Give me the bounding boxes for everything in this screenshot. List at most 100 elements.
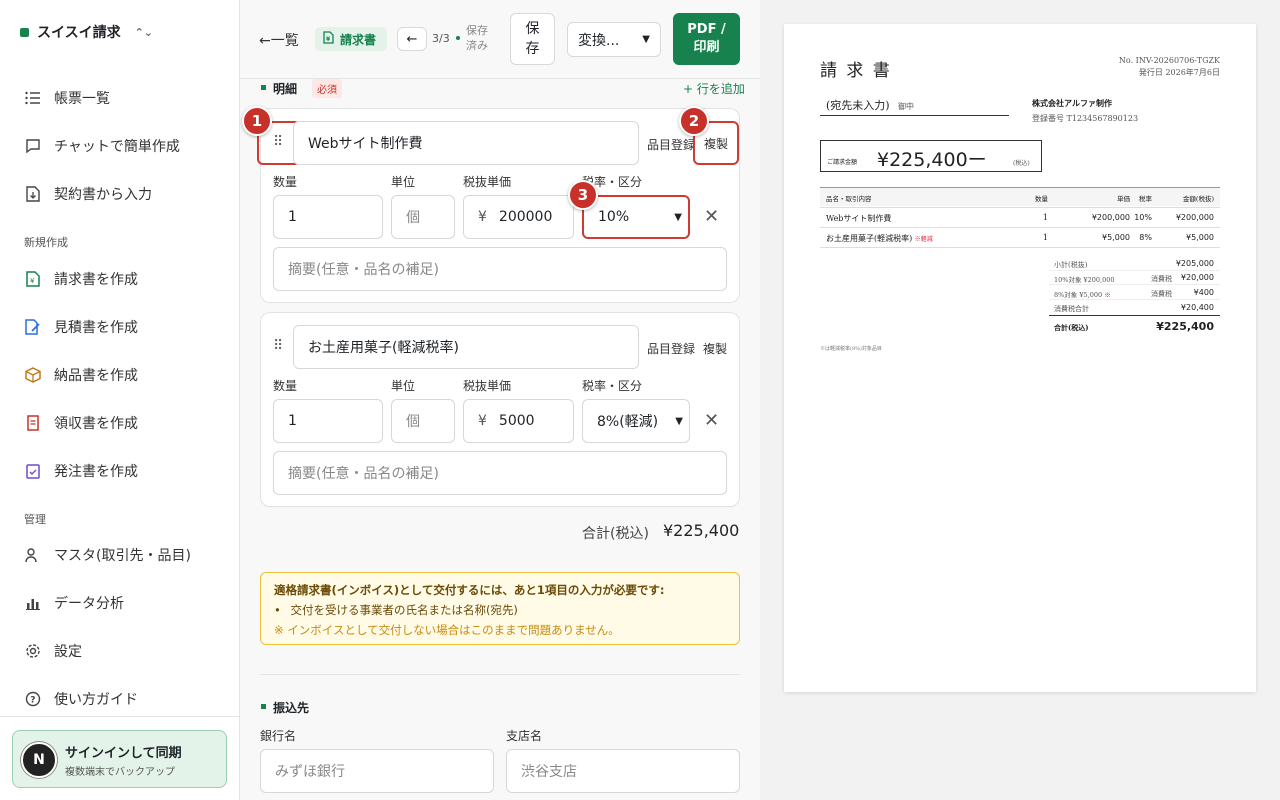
tax-label: 税率・区分 — [582, 379, 643, 393]
sidebar-item-create-invoice[interactable]: ¥ 請求書を作成 — [0, 259, 240, 299]
register-item-button[interactable]: 品目登録 — [647, 340, 695, 357]
section-marker-icon — [261, 85, 266, 90]
sidebar-item-label: 使い方ガイド — [54, 692, 138, 708]
row-rule — [820, 207, 1220, 208]
bank-section-title: 振込先 — [273, 701, 310, 715]
register-item-button[interactable]: 品目登録 — [647, 136, 695, 153]
summary-rule — [1049, 270, 1220, 271]
save-button[interactable]: 保存 — [510, 13, 555, 65]
signin-sync-button[interactable]: N サインインして同期 複数端末でバックアップ — [12, 730, 227, 788]
memo-input[interactable]: 摘要(任意・品名の補足) — [273, 451, 727, 495]
th-item: 品名・取引内容 — [826, 195, 872, 203]
preview-company: 株式会社アルファ制作 — [1032, 98, 1112, 108]
total-label: 合計(税込) — [582, 526, 649, 542]
th-rate: 税率 — [1139, 195, 1152, 203]
subtotal-value: ¥205,000 — [1175, 259, 1214, 268]
qty-input[interactable]: 1 — [273, 399, 383, 443]
drag-handle-icon[interactable]: ⠿ — [273, 338, 283, 354]
bank-name-label: 銀行名 — [260, 729, 297, 743]
svg-text:¥: ¥ — [30, 277, 35, 285]
sidebar-item-label: 帳票一覧 — [54, 91, 110, 107]
recipient-underline — [820, 115, 1009, 116]
divider — [260, 674, 740, 675]
sidebar-item-label: チャットで簡単作成 — [54, 139, 180, 155]
th-qty: 数量 — [1035, 195, 1048, 203]
qty-input[interactable]: 1 — [273, 195, 383, 239]
signin-title: サインインして同期 — [65, 746, 182, 761]
price-label: 税抜単価 — [463, 175, 512, 189]
bank-name-input[interactable]: みずほ銀行 — [260, 749, 494, 793]
total-value: ¥225,400 — [663, 521, 740, 540]
tax-rate-select[interactable]: 8%(軽減) ▼ — [582, 399, 690, 443]
add-row-button[interactable]: + 行を追加 — [683, 80, 745, 97]
sidebar-item-label: 納品書を作成 — [54, 368, 138, 384]
sidebar-item-create-delivery[interactable]: 納品書を作成 — [0, 355, 240, 395]
prev-document-button[interactable]: ← — [397, 27, 427, 51]
app-switcher[interactable]: スイスイ請求 ⌃⌄ — [20, 22, 153, 42]
branch-name-input[interactable]: 渋谷支店 — [506, 749, 740, 793]
price-label: 税抜単価 — [463, 379, 512, 393]
amount-tax-note: (税込) — [1013, 160, 1030, 167]
td-amount: ¥200,000 — [1175, 213, 1214, 222]
delete-row-icon[interactable]: ✕ — [704, 410, 719, 431]
sidebar-item-chat-create[interactable]: チャットで簡単作成 — [0, 126, 240, 166]
saved-dot-icon — [456, 36, 460, 40]
gear-icon — [24, 642, 42, 660]
delete-row-icon[interactable]: ✕ — [704, 206, 719, 227]
th-price: 単価 — [1117, 195, 1130, 203]
td-price: ¥200,000 — [1091, 213, 1130, 222]
tax-rate-select[interactable]: 10% ▼ — [582, 195, 690, 239]
grand-total-label: 合計(税込) — [1054, 323, 1089, 332]
invoice-notice: 適格請求書(インボイス)として交付するには、あと1項目の入力が必要です: • 交… — [260, 572, 740, 645]
item-name-input[interactable]: Webサイト制作費 — [293, 121, 639, 165]
sidebar-item-label: マスタ(取引先・品目) — [54, 548, 191, 564]
details-title: 明細 — [273, 82, 298, 96]
sidebar-item-guide[interactable]: ? 使い方ガイド — [0, 679, 240, 719]
price-input[interactable]: ¥5000 — [463, 399, 574, 443]
item-name-input[interactable]: お土産用菓子(軽減税率) — [293, 325, 639, 369]
pdf-print-button[interactable]: PDF / 印刷 — [673, 13, 740, 65]
sidebar-item-settings[interactable]: 設定 — [0, 631, 240, 671]
sidebar-item-create-estimate[interactable]: 見積書を作成 — [0, 307, 240, 347]
sidebar-item-create-receipt[interactable]: 領収書を作成 — [0, 403, 240, 443]
td-rate: 10% — [1134, 213, 1152, 222]
sidebar-item-document-list[interactable]: 帳票一覧 — [0, 78, 240, 118]
td-price: ¥5,000 — [1102, 233, 1130, 242]
preview-onchu: 御中 — [898, 102, 914, 111]
tax10-label: 消費税 — [1151, 275, 1172, 283]
price-input[interactable]: ¥200000 — [463, 195, 574, 239]
sidebar-item-contract-import[interactable]: 契約書から入力 — [0, 174, 240, 214]
sidebar-item-label: 領収書を作成 — [54, 416, 138, 432]
memo-input[interactable]: 摘要(任意・品名の補足) — [273, 247, 727, 291]
chevron-down-icon: ▼ — [674, 211, 682, 223]
branch-name-label: 支店名 — [506, 729, 543, 743]
sidebar-item-label: 設定 — [54, 644, 82, 660]
section-marker-icon — [261, 704, 266, 709]
back-to-list-link[interactable]: ←一覧 — [259, 30, 299, 50]
required-badge: 必須 — [312, 79, 342, 98]
sidebar-item-analytics[interactable]: データ分析 — [0, 583, 240, 623]
convert-select-value: 変換... — [578, 32, 620, 49]
box-icon — [24, 366, 42, 384]
notice-item: • 交付を受ける事業者の氏名または名称(宛先) — [274, 603, 518, 617]
divider — [0, 716, 239, 717]
drag-handle-icon: ⠿ — [273, 134, 284, 150]
tax-total-value: ¥20,400 — [1180, 303, 1214, 312]
estimate-icon — [24, 318, 42, 336]
sidebar-item-master[interactable]: マスタ(取引先・品目) — [0, 535, 240, 575]
brand-mark-icon — [20, 27, 29, 37]
saved-status: 保存済み — [466, 24, 488, 52]
unit-input[interactable]: 個 — [391, 195, 455, 239]
sidebar-item-create-order[interactable]: 発注書を作成 — [0, 451, 240, 491]
td-qty: 1 — [1042, 233, 1048, 242]
unit-input[interactable]: 個 — [391, 399, 455, 443]
sidebar-item-label: 見積書を作成 — [54, 320, 138, 336]
convert-select[interactable]: 変換... ▼ — [567, 22, 661, 57]
preview-registration: 登録番号 T1234567890123 — [1032, 114, 1139, 123]
row-rule — [820, 247, 1220, 248]
bar-chart-icon — [24, 594, 42, 612]
tax10-value: ¥20,000 — [1180, 273, 1214, 282]
preview-number: No. INV-20260706-TGZK — [1118, 56, 1220, 65]
duplicate-row-button[interactable]: 複製 — [703, 340, 727, 357]
td-rate: 8% — [1139, 233, 1152, 242]
